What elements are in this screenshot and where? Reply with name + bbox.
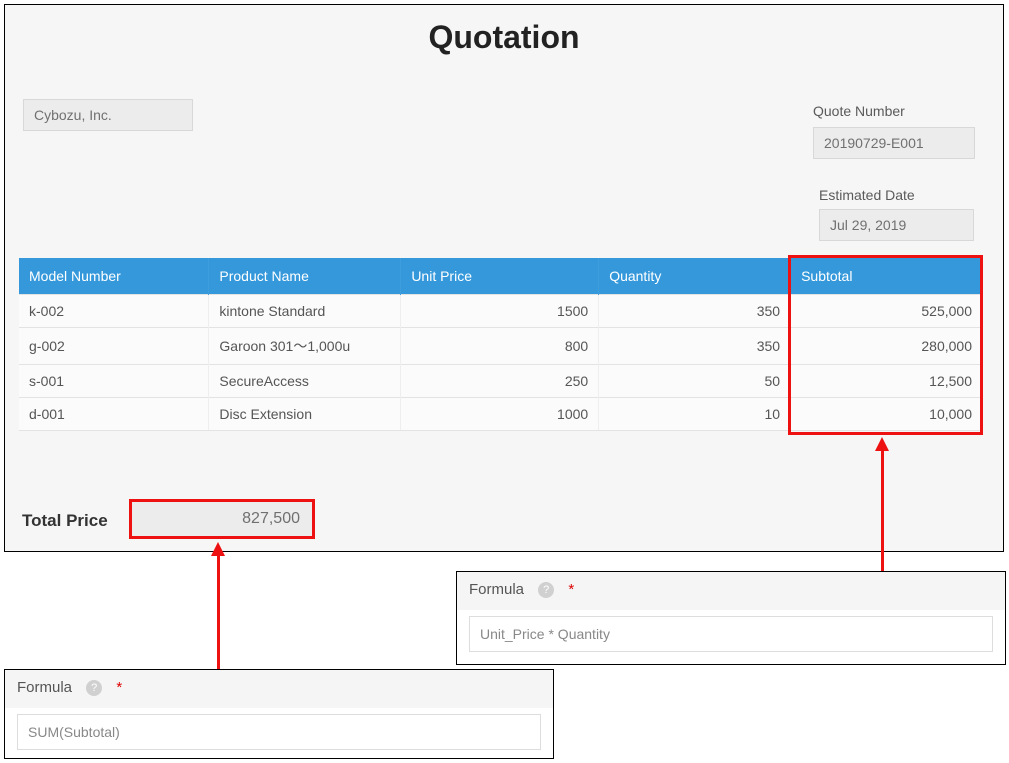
cell-model: k-002 [19,295,209,328]
cell-qty: 50 [599,365,791,398]
required-mark: * [568,581,574,598]
required-mark: * [116,679,122,696]
quotation-frame: Quotation Cybozu, Inc. Quote Number 2019… [4,4,1004,552]
table-row: g-002 Garoon 301～1,000u 800 350 280,000 [19,328,983,365]
col-header-product: Product Name [209,258,401,295]
table-row: s-001 SecureAccess 250 50 12,500 [19,365,983,398]
arrow-line-total [217,555,220,671]
table-row: k-002 kintone Standard 1500 350 525,000 [19,295,983,328]
arrow-line-subtotal [881,450,884,572]
cell-product: SecureAccess [209,365,401,398]
total-price-value: 827,500 [129,499,315,539]
cell-model: d-001 [19,398,209,431]
cell-qty: 350 [599,295,791,328]
quote-number-label: Quote Number [813,103,905,119]
formula-header: Formula ? * [5,670,553,708]
cell-subtotal: 10,000 [791,398,983,431]
cell-qty: 10 [599,398,791,431]
total-price-label: Total Price [22,511,108,531]
cell-unit: 1000 [401,398,599,431]
page-title: Quotation [5,19,1003,56]
col-header-unit: Unit Price [401,258,599,295]
arrow-head-subtotal [875,437,889,451]
cell-qty: 350 [599,328,791,365]
formula-header: Formula ? * [457,572,1005,610]
formula-label: Formula [17,679,72,696]
formula-label: Formula [469,581,524,598]
cell-subtotal: 12,500 [791,365,983,398]
cell-model: s-001 [19,365,209,398]
formula-panel-total: Formula ? * SUM(Subtotal) [4,669,554,759]
quote-number-value: 20190729-E001 [813,127,975,159]
estimated-date-value: Jul 29, 2019 [819,209,974,241]
estimated-date-label: Estimated Date [819,187,915,203]
formula-input-total[interactable]: SUM(Subtotal) [17,714,541,750]
arrow-head-total [211,542,225,556]
col-header-model: Model Number [19,258,209,295]
help-icon[interactable]: ? [538,582,554,598]
cell-product: Disc Extension [209,398,401,431]
cell-model: g-002 [19,328,209,365]
cell-subtotal: 525,000 [791,295,983,328]
cell-unit: 250 [401,365,599,398]
col-header-qty: Quantity [599,258,791,295]
cell-unit: 1500 [401,295,599,328]
formula-input-subtotal[interactable]: Unit_Price * Quantity [469,616,993,652]
table-header-row: Model Number Product Name Unit Price Qua… [19,258,983,295]
line-items-table: Model Number Product Name Unit Price Qua… [19,258,983,431]
cell-subtotal: 280,000 [791,328,983,365]
table-row: d-001 Disc Extension 1000 10 10,000 [19,398,983,431]
cell-product: kintone Standard [209,295,401,328]
help-icon[interactable]: ? [86,680,102,696]
cell-unit: 800 [401,328,599,365]
company-value: Cybozu, Inc. [23,99,193,131]
col-header-subtotal: Subtotal [791,258,983,295]
formula-panel-subtotal: Formula ? * Unit_Price * Quantity [456,571,1006,665]
cell-product: Garoon 301～1,000u [209,328,401,365]
